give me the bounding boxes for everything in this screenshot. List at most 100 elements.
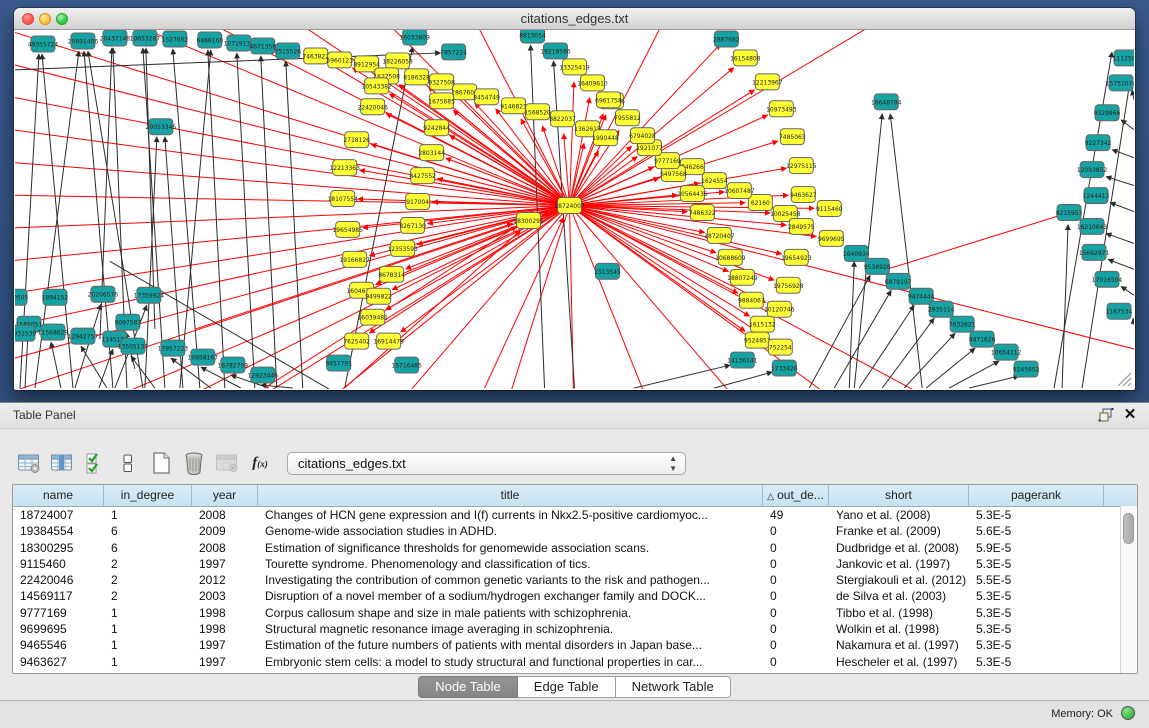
graph-node[interactable]: 20437148 <box>100 30 131 46</box>
graph-node[interactable]: 9524851 <box>744 332 771 348</box>
graph-node[interactable]: 9245652 <box>1013 361 1040 377</box>
table-cell[interactable]: Nakamura et al. (1997) <box>829 637 969 653</box>
table-cell[interactable]: 5.9E-5 <box>969 540 1104 556</box>
graph-node[interactable]: 16033809 <box>399 30 430 45</box>
graph-node[interactable]: 20206576 <box>88 286 119 302</box>
table-cell[interactable]: 1998 <box>192 605 258 621</box>
table-cell[interactable]: 1997 <box>192 556 258 572</box>
graph-node[interactable]: 12975115 <box>786 158 817 174</box>
graph-node[interactable]: 8471626 <box>969 331 996 347</box>
table-cell[interactable]: 1 <box>104 654 192 670</box>
import-table-disabled-button[interactable] <box>212 450 242 476</box>
tab-node-table[interactable]: Node Table <box>418 676 518 698</box>
graph-node[interactable]: 9146821 <box>500 98 527 114</box>
table-cell[interactable]: Estimation of significance thresholds fo… <box>258 540 763 556</box>
column-header-pagerank[interactable]: pagerank <box>969 485 1104 506</box>
graph-node[interactable]: 6961758 <box>595 92 622 108</box>
graph-node[interactable]: 10543382 <box>361 78 392 94</box>
graph-node[interactable]: 8678314 <box>378 266 405 282</box>
table-cell[interactable]: 1 <box>104 637 192 653</box>
table-selector-dropdown[interactable]: citations_edges.txt ▲▼ <box>287 452 686 475</box>
graph-node[interactable]: 2849575 <box>788 218 815 234</box>
table-cell[interactable]: Stergiakouli et al. (2012) <box>829 572 969 588</box>
graph-node[interactable]: 3931539 <box>15 325 36 341</box>
column-header-year[interactable]: year <box>192 485 258 506</box>
graph-hub-node[interactable]: 18724007 <box>554 198 585 214</box>
table-cell[interactable]: Embryonic stem cells: a model to study s… <box>258 654 763 670</box>
table-cell[interactable]: 5.3E-5 <box>969 621 1104 637</box>
table-cell[interactable]: 5.3E-5 <box>969 637 1104 653</box>
table-cell[interactable]: 2 <box>104 588 192 604</box>
graph-node[interactable]: 18720407 <box>704 227 735 243</box>
graph-node[interactable]: 1513545 <box>594 263 621 279</box>
table-cell[interactable]: 49 <box>763 507 829 523</box>
function-builder-button[interactable]: f(x) <box>245 450 275 476</box>
table-cell[interactable]: 22420046 <box>13 572 104 588</box>
graph-node[interactable]: 18807249 <box>727 269 758 285</box>
graph-node[interactable]: 2803144 <box>418 145 445 161</box>
graph-node[interactable]: 1244413 <box>1083 188 1110 204</box>
graph-node[interactable]: 20691406 <box>68 33 99 49</box>
graph-node[interactable]: 16154808 <box>730 50 761 66</box>
graph-node[interactable]: 1624554 <box>701 173 728 189</box>
graph-node[interactable]: 16210643 <box>1077 218 1108 234</box>
graph-node[interactable]: 8454749 <box>473 89 500 105</box>
table-cell[interactable]: 9699695 <box>13 621 104 637</box>
graph-node[interactable]: 1615132 <box>749 316 776 332</box>
graph-node[interactable]: 9097587 <box>115 314 142 330</box>
graph-node[interactable]: 7515526 <box>274 43 301 59</box>
table-cell[interactable]: 9465546 <box>13 637 104 653</box>
graph-node[interactable]: 6794028 <box>629 128 656 144</box>
table-cell[interactable]: Disruption of a novel member of a sodium… <box>258 588 763 604</box>
graph-node[interactable]: 7485063 <box>779 129 806 145</box>
graph-node[interactable]: 13505135 <box>118 338 149 354</box>
table-cell[interactable]: Structural magnetic resonance image aver… <box>258 621 763 637</box>
table-cell[interactable]: 6 <box>104 523 192 539</box>
table-cell[interactable]: 5.3E-5 <box>969 507 1104 523</box>
table-row[interactable]: 1938455462009Genome-wide association stu… <box>13 523 1137 539</box>
graph-node[interactable]: 12213967 <box>752 74 783 90</box>
table-cell[interactable]: Franke et al. (2009) <box>829 523 969 539</box>
column-header-short[interactable]: short <box>829 485 969 506</box>
table-cell[interactable]: Estimation of the future numbers of pati… <box>258 637 763 653</box>
graph-node[interactable]: 19654923 <box>781 249 812 265</box>
graph-node[interactable]: 11568629 <box>38 324 69 340</box>
table-cell[interactable]: 19384554 <box>13 523 104 539</box>
graph-node[interactable]: 10120746 <box>764 301 795 317</box>
graph-node[interactable]: 6879197 <box>885 273 912 289</box>
table-cell[interactable]: Tibbo et al. (1998) <box>829 605 969 621</box>
graph-node[interactable]: 10607487 <box>724 183 755 199</box>
graph-node[interactable]: 8267130 <box>399 217 426 233</box>
graph-node[interactable]: 8822037 <box>549 111 576 127</box>
table-cell[interactable]: 1998 <box>192 621 258 637</box>
graph-node[interactable]: 9499822 <box>365 288 392 304</box>
graph-node[interactable]: 7857224 <box>440 44 467 60</box>
column-header-title[interactable]: title <box>258 485 763 506</box>
table-cell[interactable]: 0 <box>763 540 829 556</box>
graph-node[interactable]: 19756928 <box>773 277 804 293</box>
graph-node[interactable]: 8215953 <box>1056 205 1083 221</box>
table-cell[interactable]: 1 <box>104 507 192 523</box>
graph-node[interactable]: 917004 <box>406 194 430 210</box>
graph-node[interactable]: 7463822 <box>302 48 329 64</box>
table-cell[interactable]: 6 <box>104 540 192 556</box>
select-columns-button[interactable] <box>80 450 110 476</box>
graph-node[interactable]: 20564436 <box>677 186 708 202</box>
graph-node[interactable]: 16914479 <box>373 333 404 349</box>
table-cell[interactable]: 0 <box>763 588 829 604</box>
table-cell[interactable]: 2009 <box>192 523 258 539</box>
table-row[interactable]: 1872400712008Changes of HCN gene express… <box>13 507 1137 523</box>
graph-node[interactable]: 1990448 <box>592 130 619 146</box>
graph-node[interactable]: 1675685 <box>428 93 455 109</box>
graph-node[interactable]: 9327508 <box>428 74 455 90</box>
table-cell[interactable]: 5.3E-5 <box>969 654 1104 670</box>
table-cell[interactable]: Corpus callosum shape and size in male p… <box>258 605 763 621</box>
graph-node[interactable]: 18300295 <box>513 212 544 228</box>
graph-node[interactable]: 10688609 <box>715 249 746 265</box>
table-cell[interactable]: 1 <box>104 605 192 621</box>
graph-node[interactable]: 16409610 <box>577 75 608 91</box>
graph-node[interactable]: 1894152 <box>42 289 69 305</box>
column-header-name[interactable]: name <box>13 485 104 506</box>
network-graph[interactable]: 4935572420691406204371481065328715276026… <box>15 30 1134 389</box>
column-header-in-degree[interactable]: in_degree <box>104 485 192 506</box>
